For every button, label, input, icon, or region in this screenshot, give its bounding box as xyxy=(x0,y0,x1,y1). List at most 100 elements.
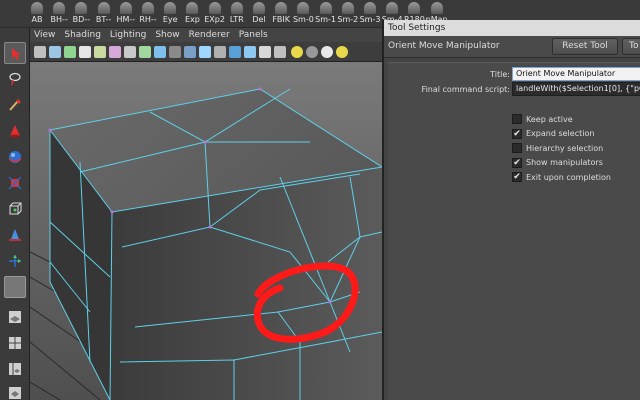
panel-menu-renderer[interactable]: Renderer xyxy=(189,30,230,40)
shelf-button[interactable]: Sm-1 xyxy=(315,0,337,28)
rotate-tool[interactable] xyxy=(4,146,26,168)
last-tool[interactable] xyxy=(4,276,26,298)
wireframe-icon[interactable] xyxy=(154,46,166,58)
default-lighting-icon[interactable] xyxy=(214,46,226,58)
option-row[interactable]: Keep active xyxy=(512,113,573,125)
textured-icon[interactable] xyxy=(199,46,211,58)
universal-manip-tool[interactable] xyxy=(4,198,26,220)
all-lights-icon[interactable] xyxy=(229,46,241,58)
select-tool[interactable] xyxy=(4,42,26,64)
shelf-button[interactable]: AB xyxy=(26,0,48,28)
smooth-shade-icon[interactable] xyxy=(169,46,181,58)
tool-settings-window: Tool Settings Orient Move Manipulator Re… xyxy=(382,20,640,400)
shelf-button[interactable]: BH-- xyxy=(48,0,70,28)
x-ray-icon[interactable] xyxy=(259,46,271,58)
show-manipulator-tool[interactable] xyxy=(4,250,26,272)
scale-tool[interactable] xyxy=(4,172,26,194)
sphere-yellow-icon[interactable] xyxy=(336,46,348,58)
shelf-button[interactable]: LTR xyxy=(226,0,248,28)
layout-four-button[interactable] xyxy=(4,332,26,354)
paint-select-tool[interactable] xyxy=(4,94,26,116)
isolate-select-icon[interactable] xyxy=(274,46,286,58)
shelf-button-label: Del xyxy=(252,15,266,24)
option-checkbox[interactable]: ✔ xyxy=(512,157,522,168)
manipulator-icon xyxy=(9,255,21,267)
layout-grid-icon xyxy=(9,337,21,349)
tool-settings-body: Title: Orient Move Manipulator Final com… xyxy=(388,62,640,400)
move-tool[interactable] xyxy=(4,120,26,142)
model-panel: View Shading Lighting Show Renderer Panels xyxy=(30,28,382,400)
option-row[interactable]: ✔ Expand selection xyxy=(512,128,594,140)
shelf-script-icon xyxy=(408,2,421,14)
shelf-button[interactable]: Exp xyxy=(181,0,203,28)
sphere-white-icon[interactable] xyxy=(321,46,333,58)
shelf-button-label: Eye xyxy=(162,15,178,24)
select-camera-icon[interactable] xyxy=(34,46,46,58)
shelf-script-icon xyxy=(364,2,376,14)
tool-help-button[interactable]: To xyxy=(622,38,640,55)
reset-tool-button[interactable]: Reset Tool xyxy=(552,38,618,55)
shadows-icon[interactable] xyxy=(244,46,256,58)
sphere-grey-icon[interactable] xyxy=(306,46,318,58)
option-checkbox[interactable] xyxy=(512,114,522,124)
shelf-button[interactable]: BD-- xyxy=(70,0,92,28)
empty-tool-icon xyxy=(9,281,23,295)
option-checkbox[interactable] xyxy=(512,143,522,153)
layout-perspective-icon xyxy=(9,311,21,323)
lasso-tool[interactable] xyxy=(4,68,26,90)
shelf-button-label: EXp2 xyxy=(204,15,225,24)
option-checkbox[interactable]: ✔ xyxy=(512,172,522,182)
wireframe-on-shaded-icon[interactable] xyxy=(184,46,196,58)
layout-single-button[interactable] xyxy=(4,306,26,328)
shelf-script-icon xyxy=(386,2,399,14)
sphere-light-icon[interactable] xyxy=(291,46,303,58)
resolution-gate-icon[interactable] xyxy=(124,46,136,58)
shelf-button[interactable]: Del xyxy=(248,0,270,28)
layout-outliner-button[interactable] xyxy=(4,382,26,400)
shelf-button[interactable]: Eye xyxy=(159,0,181,28)
shelf-button-label: Sm-1 xyxy=(315,15,337,24)
bookmarks-icon[interactable] xyxy=(64,46,76,58)
brush-icon xyxy=(9,98,22,111)
shelf-button[interactable]: EXp2 xyxy=(204,0,226,28)
layout-split-button[interactable] xyxy=(4,358,26,380)
grid-icon[interactable] xyxy=(94,46,106,58)
shelf-button[interactable]: Sm-2 xyxy=(337,0,359,28)
option-row[interactable]: Hierarchy selection xyxy=(512,142,603,154)
film-gate-icon[interactable] xyxy=(109,46,121,58)
final-command-script-input[interactable]: landleWith($Selection1[0], {"pCube1.v xyxy=(512,82,640,96)
option-label: Keep active xyxy=(526,114,573,124)
shelf-script-icon xyxy=(164,2,177,14)
panel-menu-shading[interactable]: Shading xyxy=(64,30,101,40)
shelf-button[interactable]: Sm-3 xyxy=(359,0,381,28)
viewport-3d[interactable] xyxy=(30,62,382,400)
shelf-button[interactable]: Sm-0 xyxy=(292,0,314,28)
shelf-button-label: LTR xyxy=(229,15,244,24)
option-row[interactable]: ✔ Exit upon completion xyxy=(512,171,611,183)
shelf-button[interactable]: FBIK xyxy=(270,0,292,28)
title-input[interactable]: Orient Move Manipulator xyxy=(512,67,640,81)
tool-name: Orient Move Manipulator xyxy=(388,41,500,51)
gate-mask-icon[interactable] xyxy=(139,46,151,58)
shelf-script-icon xyxy=(430,2,443,14)
option-label: Show manipulators xyxy=(526,158,603,167)
shelf-script-icon xyxy=(275,2,288,14)
shelf-button[interactable]: HM-- xyxy=(115,0,137,28)
panel-menu-show[interactable]: Show xyxy=(155,30,179,40)
camera-attributes-icon[interactable] xyxy=(49,46,61,58)
shelf-script-icon xyxy=(208,2,221,14)
panel-menu-lighting[interactable]: Lighting xyxy=(110,30,146,40)
option-label: Hierarchy selection xyxy=(526,143,604,153)
panel-menu-panels[interactable]: Panels xyxy=(239,30,268,40)
soft-mod-icon xyxy=(9,229,21,241)
shelf-button[interactable]: RH-- xyxy=(137,0,159,28)
soft-mod-tool[interactable] xyxy=(4,224,26,246)
panel-menu-view[interactable]: View xyxy=(34,30,55,40)
option-row[interactable]: ✔ Show manipulators xyxy=(512,157,603,169)
shelf-button[interactable]: BT-- xyxy=(93,0,115,28)
shelf-script-icon xyxy=(297,2,310,14)
shelf-button-label: FBIK xyxy=(272,15,291,24)
option-checkbox[interactable]: ✔ xyxy=(512,128,522,139)
image-plane-icon[interactable] xyxy=(79,46,91,58)
shelf-button-label: BH-- xyxy=(50,15,68,24)
